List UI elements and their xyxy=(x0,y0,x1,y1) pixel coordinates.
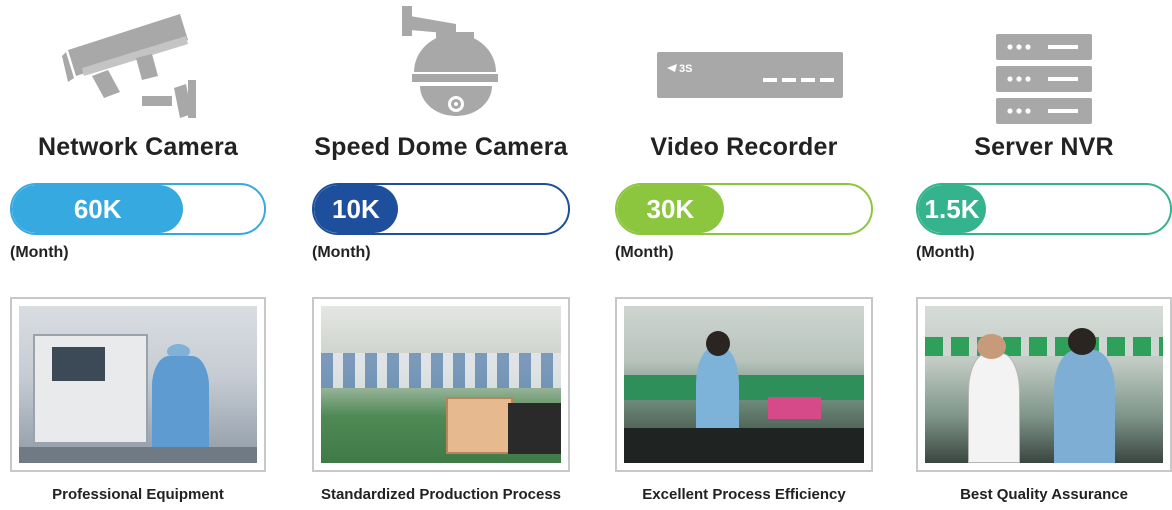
capacity-value: 60K xyxy=(73,193,122,224)
server-rack-icon xyxy=(916,8,1172,126)
capacity-unit: (Month) xyxy=(615,244,674,261)
recorder-logo: 3S xyxy=(679,63,692,75)
product-title: Video Recorder xyxy=(650,133,838,161)
production-line-photo xyxy=(312,297,570,472)
capacity-bar-fill: 30K xyxy=(617,185,724,233)
capacity-value: 30K xyxy=(646,193,695,224)
capacity-bar-fill: 1.5K xyxy=(918,185,987,233)
capacity-bar: 10K xyxy=(312,183,570,235)
capacity-bar-fill: 60K xyxy=(12,185,184,233)
capacity-value: 1.5K xyxy=(924,193,980,224)
speed-dome-camera-icon xyxy=(312,6,570,126)
capacity-unit: (Month) xyxy=(10,244,69,261)
product-title: Server NVR xyxy=(974,133,1114,161)
capacity-bar: 60K xyxy=(10,183,266,235)
network-camera-icon xyxy=(10,8,266,126)
product-title: Speed Dome Camera xyxy=(314,133,568,161)
factory-equipment-photo xyxy=(10,297,266,472)
capacity-value: 10K xyxy=(332,193,380,224)
capacity-bar-fill: 10K xyxy=(314,185,398,233)
capacity-unit: (Month) xyxy=(312,244,371,261)
assembly-workers-photo xyxy=(615,297,873,472)
capacity-unit: (Month) xyxy=(916,244,975,261)
product-column-video-recorder: 3S Video Recorder 30K (Month) Excellent … xyxy=(615,0,873,510)
photo-caption: Professional Equipment xyxy=(52,486,224,503)
photo-caption: Best Quality Assurance xyxy=(960,486,1128,503)
product-title: Network Camera xyxy=(37,133,239,161)
photo-caption: Standardized Production Process xyxy=(320,486,562,503)
capacity-bar: 30K xyxy=(615,183,873,235)
video-recorder-icon: 3S xyxy=(615,8,873,126)
product-column-speed-dome-camera: Speed Dome Camera 10K (Month) Standardiz… xyxy=(312,0,570,510)
photo-caption: Excellent Process Efficiency xyxy=(642,486,846,503)
product-column-network-camera: Network Camera 60K (Month) Professional … xyxy=(10,0,266,510)
capacity-bar: 1.5K xyxy=(916,183,1172,235)
quality-inspection-photo xyxy=(916,297,1172,472)
product-column-server-nvr: Server NVR 1.5K (Month) Best Quality Ass… xyxy=(916,0,1172,510)
